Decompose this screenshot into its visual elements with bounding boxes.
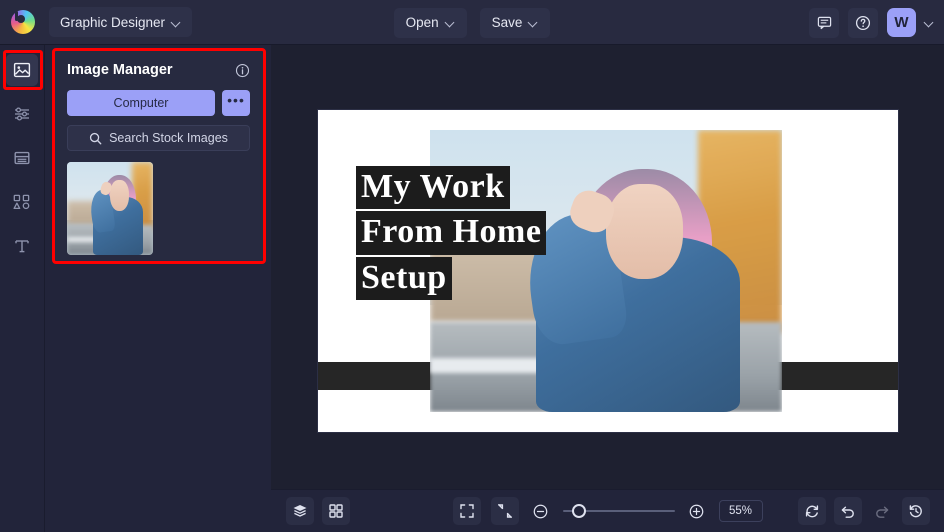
- left-tool-rail: [0, 45, 45, 532]
- app-root: Graphic Designer Open Save: [0, 0, 944, 532]
- layout-template-icon: [13, 149, 31, 167]
- source-buttons-row: Computer •••: [67, 90, 250, 116]
- reset-refresh-icon: [804, 503, 820, 519]
- history-clock-icon: [908, 503, 924, 519]
- zoom-level-display[interactable]: 55%: [719, 500, 763, 522]
- document-type-label: Graphic Designer: [60, 15, 165, 30]
- bottom-left-tools: [286, 497, 350, 525]
- fit-to-screen-button[interactable]: [453, 497, 481, 525]
- avatar-initial: W: [894, 14, 908, 31]
- fit-to-screen-icon: [459, 503, 475, 519]
- shrink-button[interactable]: [491, 497, 519, 525]
- text-type-icon: [13, 237, 31, 255]
- question-mark-circle-icon: [855, 15, 871, 31]
- computer-button-label: Computer: [114, 96, 169, 110]
- account-chevron-down-icon[interactable]: [925, 18, 934, 27]
- chevron-down-icon: [529, 18, 538, 27]
- headline-line-3: Setup: [356, 257, 452, 300]
- zoom-out-minus-circle-icon: [532, 503, 549, 520]
- canvas-area[interactable]: My Work From Home Setup: [271, 45, 944, 489]
- avatar[interactable]: W: [887, 8, 916, 37]
- search-placeholder-label: Search Stock Images: [109, 131, 228, 145]
- open-label: Open: [406, 15, 439, 30]
- chevron-down-icon: [446, 18, 455, 27]
- zoom-out-button[interactable]: [529, 499, 553, 523]
- image-photo-icon: [13, 61, 31, 79]
- image-manager-panel: Image Manager Computer •••: [54, 50, 263, 262]
- thumbnail-photo: [67, 162, 153, 255]
- computer-button[interactable]: Computer: [67, 90, 215, 116]
- info-circle-icon[interactable]: [235, 63, 250, 78]
- top-right-actions: W: [809, 0, 934, 45]
- shrink-collapse-icon: [497, 503, 513, 519]
- sidebar-item-text[interactable]: [6, 230, 38, 262]
- reset-button[interactable]: [798, 497, 826, 525]
- layers-button[interactable]: [286, 497, 314, 525]
- bottom-bar: 55%: [271, 489, 944, 532]
- search-stock-images-input[interactable]: Search Stock Images: [67, 125, 250, 151]
- image-thumbnail[interactable]: [67, 162, 153, 255]
- zoom-in-button[interactable]: [685, 499, 709, 523]
- headline-line-1: My Work: [356, 166, 510, 209]
- grid-four-squares-icon: [328, 503, 344, 519]
- undo-arrow-icon: [840, 503, 856, 519]
- image-thumbnail-list: [67, 162, 250, 255]
- chevron-down-icon: [172, 18, 181, 27]
- history-button[interactable]: [902, 497, 930, 525]
- history-controls: [798, 497, 930, 525]
- page-title: Image Manager: [67, 62, 173, 78]
- document-type-dropdown[interactable]: Graphic Designer: [49, 7, 192, 37]
- layers-stack-icon: [292, 503, 308, 519]
- artboard-headline[interactable]: My Work From Home Setup: [356, 166, 586, 302]
- chat-button[interactable]: [809, 8, 839, 38]
- save-label: Save: [492, 15, 523, 30]
- zoom-level-label: 55%: [729, 505, 752, 517]
- top-bar: Graphic Designer Open Save: [0, 0, 944, 45]
- zoom-slider[interactable]: [563, 503, 675, 519]
- more-options-button[interactable]: •••: [222, 90, 250, 116]
- redo-arrow-icon: [874, 503, 890, 519]
- brand-color-wheel-logo: [11, 10, 35, 34]
- zoom-slider-handle[interactable]: [572, 504, 586, 518]
- grid-view-button[interactable]: [322, 497, 350, 525]
- open-button[interactable]: Open: [394, 8, 467, 38]
- zoom-in-plus-circle-icon: [688, 503, 705, 520]
- chat-bubble-icon: [817, 15, 832, 30]
- shapes-icon: [12, 193, 32, 211]
- panel-header: Image Manager: [67, 62, 250, 78]
- undo-button[interactable]: [834, 497, 862, 525]
- sidebar-item-layout[interactable]: [6, 142, 38, 174]
- sliders-adjust-icon: [13, 105, 31, 123]
- artboard[interactable]: My Work From Home Setup: [318, 110, 898, 432]
- redo-button[interactable]: [870, 499, 894, 523]
- sidebar-item-adjust[interactable]: [6, 98, 38, 130]
- more-options-label: •••: [227, 92, 245, 108]
- save-button[interactable]: Save: [480, 8, 551, 38]
- app-logo[interactable]: [0, 0, 45, 45]
- search-magnifier-icon: [89, 132, 102, 145]
- help-button[interactable]: [848, 8, 878, 38]
- sidebar-item-shapes[interactable]: [6, 186, 38, 218]
- sidebar-item-image[interactable]: [6, 54, 38, 86]
- headline-line-2: From Home: [356, 211, 546, 254]
